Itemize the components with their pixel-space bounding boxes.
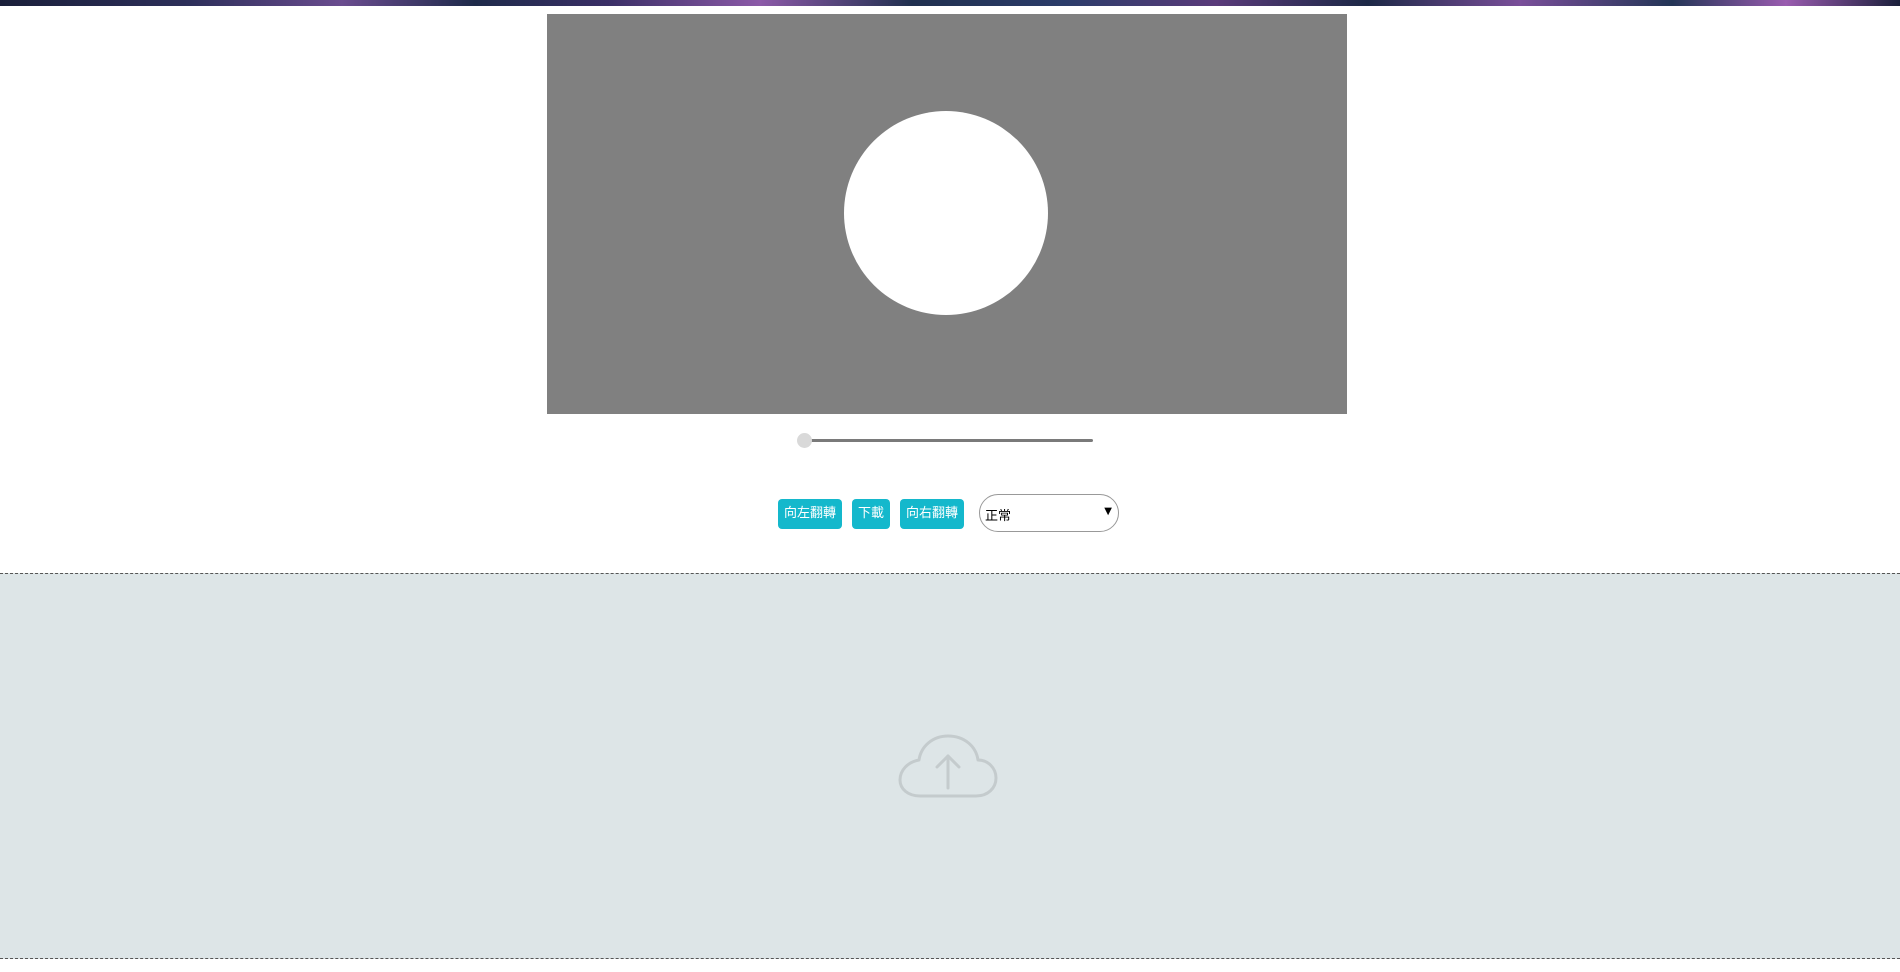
- download-button[interactable]: 下載: [852, 499, 890, 529]
- mode-select[interactable]: 正常 ▼: [979, 494, 1119, 532]
- cloud-upload-icon[interactable]: [898, 732, 998, 802]
- top-banner-image: [0, 0, 1900, 6]
- zoom-slider[interactable]: [797, 432, 1097, 448]
- zoom-slider-track[interactable]: [803, 439, 1093, 442]
- rotate-left-button[interactable]: 向左翻轉: [778, 499, 842, 529]
- mode-select-value: 正常: [985, 509, 1012, 524]
- crop-circle-mask[interactable]: [844, 111, 1048, 315]
- upload-drop-zone[interactable]: [0, 573, 1900, 959]
- image-editor-canvas[interactable]: [547, 14, 1347, 414]
- chevron-down-icon: ▼: [1104, 506, 1112, 517]
- zoom-slider-thumb[interactable]: [797, 433, 812, 448]
- rotate-right-button[interactable]: 向右翻轉: [900, 499, 964, 529]
